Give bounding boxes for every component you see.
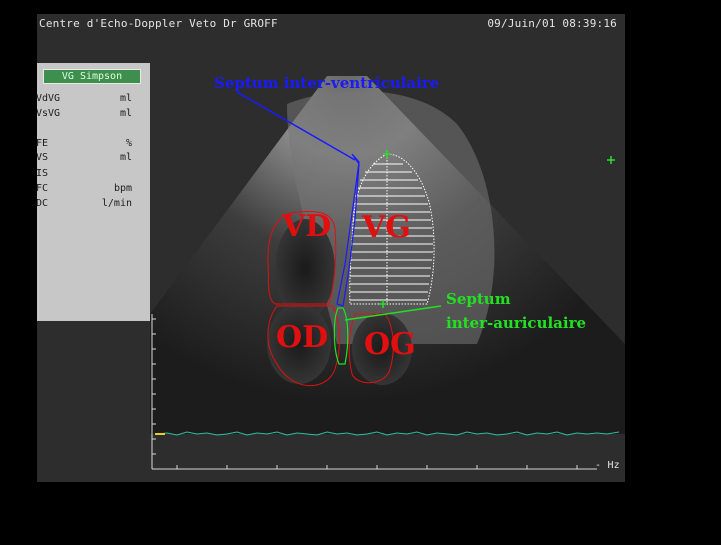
- od-label: OD: [276, 320, 329, 355]
- septum-ia-label-1: Septum: [446, 290, 511, 308]
- vd-label: VD: [282, 209, 332, 244]
- septum-ia-label-2: inter-auriculaire: [446, 314, 587, 332]
- vg-label: VG: [362, 210, 411, 245]
- scale-label: - Hz: [595, 460, 620, 471]
- septum-iv-label: Septum inter-ventriculaire: [214, 74, 440, 92]
- og-label: OG: [364, 327, 416, 362]
